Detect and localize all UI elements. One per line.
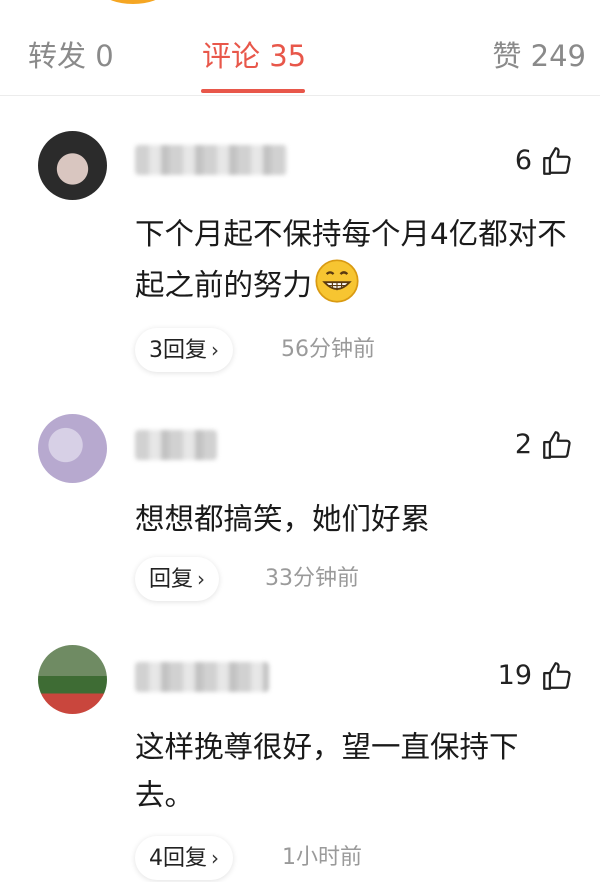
tab-bar: 转发 0 评论 35 赞 249	[0, 0, 600, 96]
thumb-up-icon	[543, 147, 571, 175]
comment-time: 33分钟前	[265, 566, 359, 591]
reply-button[interactable]: 回复 ›	[135, 557, 220, 601]
comment-time: 1小时前	[282, 845, 362, 870]
reply-button[interactable]: 3回复 ›	[135, 328, 233, 372]
like-button[interactable]: 6	[515, 143, 574, 179]
chevron-right-icon: ›	[197, 567, 206, 591]
grinning-face-emoji-icon	[315, 259, 359, 303]
comment-time: 56分钟前	[281, 337, 375, 362]
chevron-right-icon: ›	[211, 846, 219, 870]
like-count: 2	[514, 429, 532, 460]
like-count: 6	[514, 145, 532, 176]
reply-button[interactable]: 4回复 ›	[135, 836, 233, 880]
like-count: 19	[497, 660, 532, 691]
active-tab-indicator	[201, 89, 305, 93]
avatar[interactable]	[38, 131, 107, 200]
tab-reposts[interactable]: 转发 0	[28, 38, 114, 74]
like-button[interactable]: 2	[515, 427, 574, 463]
thumb-up-icon	[543, 431, 571, 459]
tab-likes[interactable]: 赞 249	[492, 38, 586, 74]
username-blurred[interactable]	[135, 145, 287, 175]
avatar[interactable]	[38, 645, 107, 714]
username-blurred[interactable]	[135, 662, 269, 692]
username-blurred[interactable]	[135, 430, 217, 460]
comment-text: 这样挽尊很好，望一直保持下去。	[135, 730, 519, 812]
comment-text: 想想都搞笑，她们好累	[135, 502, 431, 536]
tab-comments[interactable]: 评论 35	[202, 38, 306, 74]
chevron-right-icon: ›	[211, 338, 219, 362]
avatar[interactable]	[38, 414, 107, 483]
like-button[interactable]: 19	[498, 658, 574, 694]
comment-text: 下个月起不保持每个月4亿都对不起之前的努力	[135, 217, 567, 303]
thumb-up-icon	[543, 662, 571, 690]
